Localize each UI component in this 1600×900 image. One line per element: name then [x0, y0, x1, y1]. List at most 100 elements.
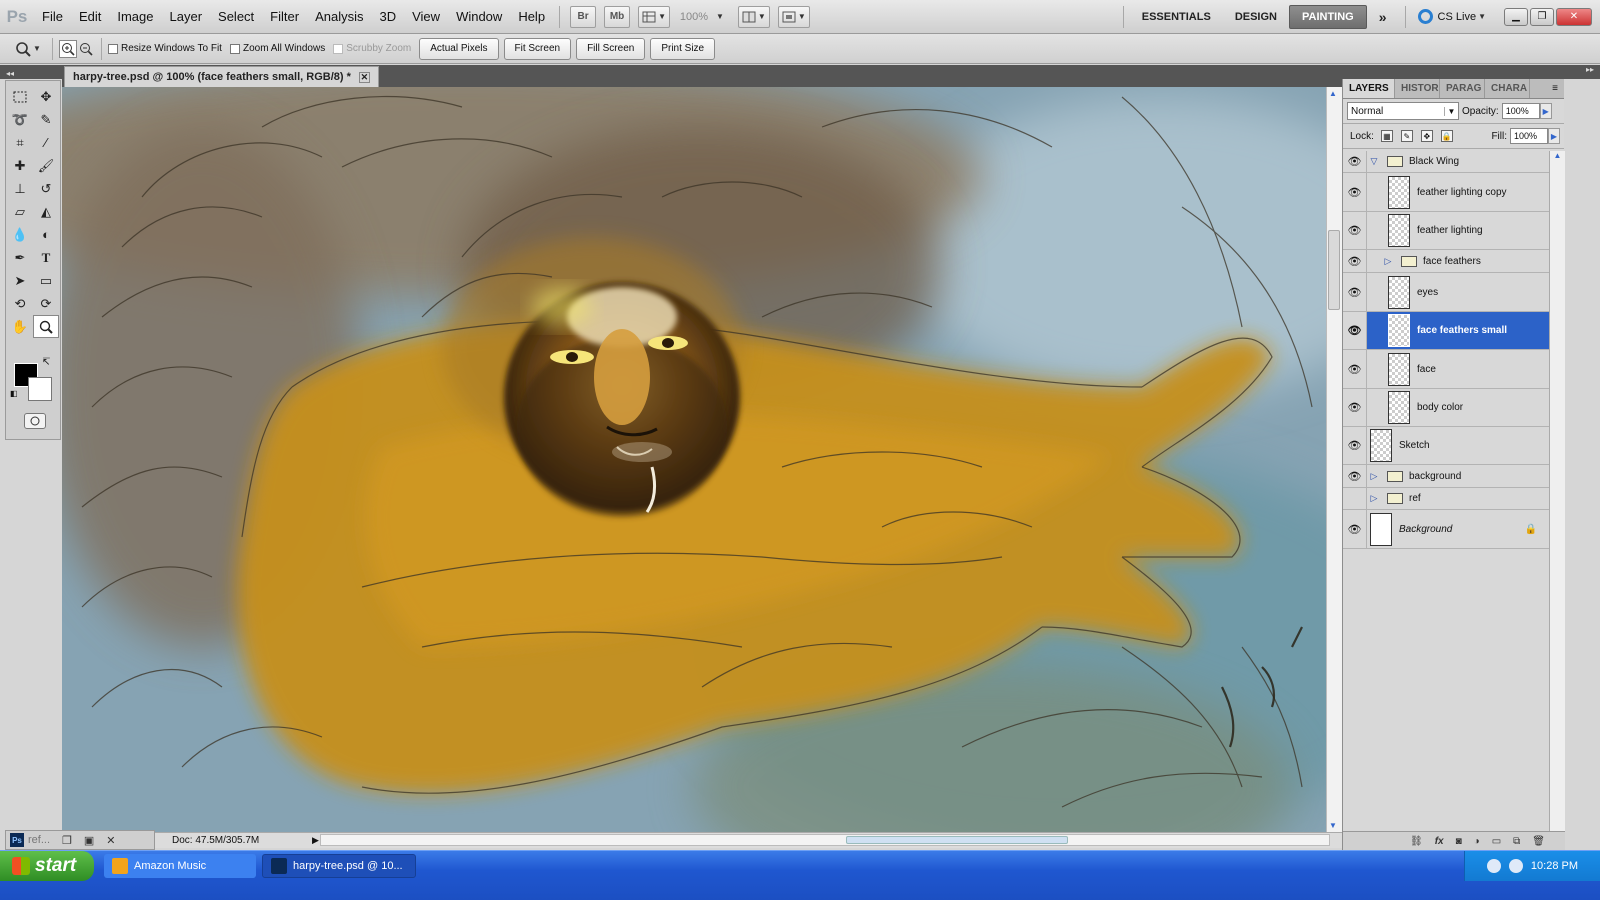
visibility-eye-icon[interactable]: 👁 — [1343, 312, 1367, 349]
visibility-eye-icon[interactable]: 👁 — [1343, 212, 1367, 249]
fill-screen-button[interactable]: Fill Screen — [576, 37, 646, 60]
visibility-eye-icon[interactable]: 👁 — [1343, 273, 1367, 311]
3d-rotate-tool-icon[interactable]: ⟲ — [7, 292, 33, 315]
quick-selection-tool-icon[interactable]: ✎ — [33, 108, 59, 131]
paint-bucket-tool-icon[interactable]: ◭ — [33, 200, 59, 223]
document-tab[interactable]: harpy-tree.psd @ 100% (face feathers sma… — [64, 66, 379, 87]
visibility-eye-icon[interactable]: 👁 — [1343, 510, 1367, 548]
layer-row-face-feathers-small[interactable]: 👁 face feathers small — [1343, 312, 1549, 350]
hand-tool-icon[interactable]: ✋ — [7, 315, 33, 338]
zoom-chevron-down-icon[interactable]: ▼ — [716, 12, 724, 21]
zoom-all-windows-checkbox[interactable]: Zoom All Windows — [229, 43, 325, 54]
workspace-essentials[interactable]: ESSENTIALS — [1130, 6, 1223, 28]
visibility-eye-hidden-icon[interactable]: 👁 — [1343, 488, 1367, 509]
visibility-eye-icon[interactable]: 👁 — [1343, 465, 1367, 487]
layer-row-background-group[interactable]: 👁 ▷ background — [1343, 465, 1549, 488]
close-icon[interactable]: ✕ — [106, 834, 115, 847]
zoom-tool-icon[interactable] — [33, 315, 59, 338]
menu-image[interactable]: Image — [109, 0, 161, 34]
restore-icon[interactable]: ❐ — [62, 834, 72, 847]
opacity-slider-arrow-icon[interactable]: ▶ — [1539, 103, 1552, 119]
panel-menu-icon[interactable]: ≡ — [1546, 79, 1564, 98]
arrange-documents-button[interactable]: ▼ — [737, 5, 770, 28]
menu-window[interactable]: Window — [448, 0, 510, 34]
swap-colors-icon[interactable]: ↸ — [42, 357, 50, 368]
maximize-button[interactable]: ❐ — [1530, 7, 1554, 26]
zoom-tool-preset-picker[interactable]: ▼ — [10, 41, 46, 57]
horizontal-scroll-thumb[interactable] — [846, 836, 1068, 844]
crop-tool-icon[interactable]: ⌗ — [7, 131, 33, 154]
menu-filter[interactable]: Filter — [262, 0, 307, 34]
history-brush-tool-icon[interactable]: ↺ — [33, 177, 59, 200]
marquee-tool-icon[interactable] — [7, 85, 33, 108]
fit-screen-button[interactable]: Fit Screen — [503, 37, 572, 60]
taskbar-item-photoshop[interactable]: harpy-tree.psd @ 10... — [262, 854, 416, 878]
tab-paragraph[interactable]: PARAG — [1440, 79, 1485, 98]
actual-pixels-button[interactable]: Actual Pixels — [419, 37, 499, 60]
lock-image-pixels-icon[interactable]: ✎ — [1400, 130, 1413, 142]
steam-icon[interactable] — [1508, 859, 1523, 873]
vertical-scroll-thumb[interactable] — [1328, 230, 1340, 310]
type-tool-icon[interactable]: T — [33, 246, 59, 269]
more-workspaces-icon[interactable]: » — [1367, 6, 1399, 28]
zoom-level-field[interactable]: 100% — [674, 11, 714, 23]
layer-row-feather-lighting[interactable]: 👁 feather lighting — [1343, 212, 1549, 250]
background-color-swatch[interactable] — [28, 377, 52, 401]
minimize-button[interactable]: ▁ — [1504, 7, 1528, 26]
visibility-eye-icon[interactable]: 👁 — [1343, 173, 1367, 211]
mini-bridge-button[interactable]: Mb — [604, 5, 631, 28]
scroll-up-icon[interactable]: ▲ — [1550, 151, 1565, 160]
document-canvas[interactable] — [62, 87, 1326, 832]
new-layer-icon[interactable]: ⧉ — [1513, 836, 1520, 847]
visibility-eye-icon[interactable]: 👁 — [1343, 427, 1367, 464]
lasso-tool-icon[interactable]: ➰ — [7, 108, 33, 131]
delete-layer-icon[interactable]: 🗑 — [1532, 836, 1545, 847]
zoom-in-button[interactable] — [59, 39, 77, 58]
menu-help[interactable]: Help — [510, 0, 553, 34]
resize-windows-checkbox[interactable]: Resize Windows To Fit — [108, 43, 222, 54]
group-expanded-chevron-icon[interactable]: ▽ — [1367, 156, 1381, 167]
layer-style-fx-icon[interactable]: fx — [1435, 836, 1444, 847]
menu-edit[interactable]: Edit — [71, 0, 109, 34]
maximize-icon[interactable]: ▣ — [84, 834, 94, 847]
zoom-out-button[interactable] — [77, 40, 95, 58]
layers-scrollbar[interactable]: ▲ — [1549, 151, 1565, 831]
menu-file[interactable]: File — [34, 0, 71, 34]
clock[interactable]: 10:28 PM — [1531, 860, 1578, 872]
lock-all-icon[interactable]: 🔒 — [1440, 130, 1453, 142]
fill-field[interactable]: 100% — [1510, 128, 1548, 144]
pen-tool-icon[interactable]: ✒ — [7, 246, 33, 269]
group-collapsed-chevron-icon[interactable]: ▷ — [1381, 256, 1395, 267]
clone-stamp-tool-icon[interactable]: ⊥ — [7, 177, 33, 200]
path-selection-tool-icon[interactable]: ➤ — [7, 269, 33, 292]
tools-panel-header[interactable]: ◂◂ — [0, 65, 62, 79]
workspace-design[interactable]: DESIGN — [1223, 6, 1289, 28]
3d-orbit-tool-icon[interactable]: ⟳ — [33, 292, 59, 315]
cs-live-menu[interactable]: CS Live ▼ — [1417, 9, 1486, 24]
bridge-button[interactable]: Br — [570, 5, 597, 28]
scroll-up-icon[interactable]: ▲ — [1329, 89, 1337, 98]
scrubby-zoom-checkbox[interactable]: Scrubby Zoom — [333, 43, 411, 54]
tab-layers[interactable]: LAYERS — [1343, 79, 1395, 98]
canvas-vertical-scrollbar[interactable]: ▲ ▼ — [1326, 87, 1342, 832]
close-document-icon[interactable]: ✕ — [358, 71, 370, 83]
layer-row-sketch[interactable]: 👁 Sketch — [1343, 427, 1549, 465]
quick-mask-button[interactable] — [24, 413, 46, 429]
layer-row-eyes[interactable]: 👁 eyes — [1343, 273, 1549, 312]
expand-panels-icon[interactable]: ▸▸ — [1586, 65, 1600, 74]
status-menu-arrow-icon[interactable]: ▶ — [312, 835, 319, 846]
right-panel-header[interactable]: ▸▸ — [1342, 65, 1600, 79]
adjustment-layer-icon[interactable]: ◑ — [1474, 836, 1480, 847]
taskbar-item-amazon-music[interactable]: Amazon Music — [104, 854, 256, 878]
visibility-eye-icon[interactable]: 👁 — [1343, 151, 1367, 172]
menu-3d[interactable]: 3D — [371, 0, 404, 34]
add-mask-icon[interactable]: ◙ — [1456, 836, 1462, 847]
canvas-horizontal-scrollbar[interactable] — [320, 834, 1330, 846]
blend-mode-select[interactable]: Normal ▼ — [1347, 102, 1459, 120]
menu-view[interactable]: View — [404, 0, 448, 34]
new-group-icon[interactable]: ▭ — [1492, 836, 1501, 847]
opacity-field[interactable]: 100% — [1501, 103, 1540, 119]
group-collapsed-chevron-icon[interactable]: ▷ — [1367, 471, 1381, 482]
menu-select[interactable]: Select — [210, 0, 262, 34]
fill-slider-arrow-icon[interactable]: ▶ — [1548, 128, 1560, 144]
